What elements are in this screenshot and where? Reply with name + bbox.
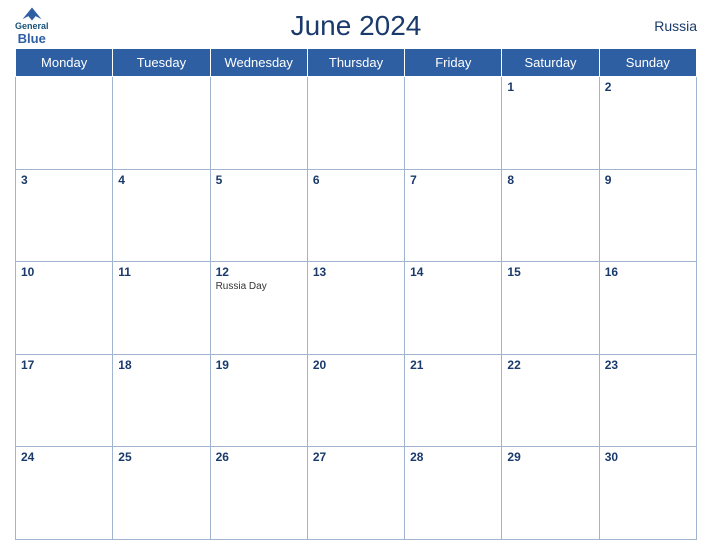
day-number: 4	[118, 173, 204, 187]
weekday-header-tuesday: Tuesday	[113, 49, 210, 77]
calendar-cell: 28	[405, 447, 502, 540]
logo: General Blue	[15, 6, 49, 46]
weekday-header-saturday: Saturday	[502, 49, 599, 77]
day-number: 6	[313, 173, 399, 187]
day-number: 16	[605, 265, 691, 279]
calendar-cell: 27	[307, 447, 404, 540]
calendar-cell	[16, 77, 113, 170]
weekday-header-thursday: Thursday	[307, 49, 404, 77]
day-number: 1	[507, 80, 593, 94]
day-number: 21	[410, 358, 496, 372]
day-number: 25	[118, 450, 204, 464]
calendar-header: General Blue June 2024 Russia	[15, 10, 697, 42]
calendar-cell: 29	[502, 447, 599, 540]
day-number: 18	[118, 358, 204, 372]
logo-icon	[21, 6, 43, 22]
page-title: June 2024	[291, 10, 422, 42]
day-number: 29	[507, 450, 593, 464]
calendar-cell: 3	[16, 169, 113, 262]
calendar-cell: 20	[307, 354, 404, 447]
calendar-cell: 4	[113, 169, 210, 262]
day-number: 22	[507, 358, 593, 372]
calendar-cell: 13	[307, 262, 404, 355]
calendar-week-row: 12	[16, 77, 697, 170]
day-number: 26	[216, 450, 302, 464]
calendar-cell: 22	[502, 354, 599, 447]
calendar-cell: 18	[113, 354, 210, 447]
day-number: 3	[21, 173, 107, 187]
calendar-cell	[307, 77, 404, 170]
weekday-header-sunday: Sunday	[599, 49, 696, 77]
calendar-cell: 15	[502, 262, 599, 355]
calendar-table: MondayTuesdayWednesdayThursdayFridaySatu…	[15, 48, 697, 540]
day-number: 15	[507, 265, 593, 279]
calendar-cell: 8	[502, 169, 599, 262]
calendar-cell: 5	[210, 169, 307, 262]
day-number: 19	[216, 358, 302, 372]
calendar-cell: 10	[16, 262, 113, 355]
country-label: Russia	[654, 18, 697, 34]
day-number: 28	[410, 450, 496, 464]
calendar-week-row: 24 25 26 27 28 29 30	[16, 447, 697, 540]
calendar-cell: 21	[405, 354, 502, 447]
day-number: 7	[410, 173, 496, 187]
calendar-cell: 12 Russia Day	[210, 262, 307, 355]
day-number: 2	[605, 80, 691, 94]
calendar-cell: 11	[113, 262, 210, 355]
logo-blue-text: Blue	[18, 32, 46, 46]
day-number: 12	[216, 265, 302, 279]
calendar-cell: 24	[16, 447, 113, 540]
calendar-cell: 6	[307, 169, 404, 262]
day-number: 8	[507, 173, 593, 187]
calendar-cell: 19	[210, 354, 307, 447]
day-number: 20	[313, 358, 399, 372]
calendar-cell	[210, 77, 307, 170]
calendar-cell: 7	[405, 169, 502, 262]
calendar-cell: 1	[502, 77, 599, 170]
calendar-week-row: 3456789	[16, 169, 697, 262]
day-number: 27	[313, 450, 399, 464]
weekday-header-row: MondayTuesdayWednesdayThursdayFridaySatu…	[16, 49, 697, 77]
calendar-cell: 25	[113, 447, 210, 540]
calendar-cell	[405, 77, 502, 170]
calendar-cell: 26	[210, 447, 307, 540]
day-number: 11	[118, 265, 204, 279]
calendar-week-row: 10 11 12 Russia Day 13 14 15 16	[16, 262, 697, 355]
day-number: 9	[605, 173, 691, 187]
day-number: 13	[313, 265, 399, 279]
calendar-cell: 23	[599, 354, 696, 447]
day-number: 5	[216, 173, 302, 187]
weekday-header-friday: Friday	[405, 49, 502, 77]
day-number: 24	[21, 450, 107, 464]
weekday-header-wednesday: Wednesday	[210, 49, 307, 77]
day-event: Russia Day	[216, 281, 302, 292]
day-number: 10	[21, 265, 107, 279]
calendar-week-row: 17 18 19 20 21 22 23	[16, 354, 697, 447]
calendar-cell: 2	[599, 77, 696, 170]
weekday-header-monday: Monday	[16, 49, 113, 77]
day-number: 30	[605, 450, 691, 464]
day-number: 23	[605, 358, 691, 372]
calendar-cell: 30	[599, 447, 696, 540]
calendar-cell: 9	[599, 169, 696, 262]
calendar-cell: 16	[599, 262, 696, 355]
calendar-cell: 14	[405, 262, 502, 355]
calendar-cell	[113, 77, 210, 170]
calendar-cell: 17	[16, 354, 113, 447]
day-number: 14	[410, 265, 496, 279]
day-number: 17	[21, 358, 107, 372]
